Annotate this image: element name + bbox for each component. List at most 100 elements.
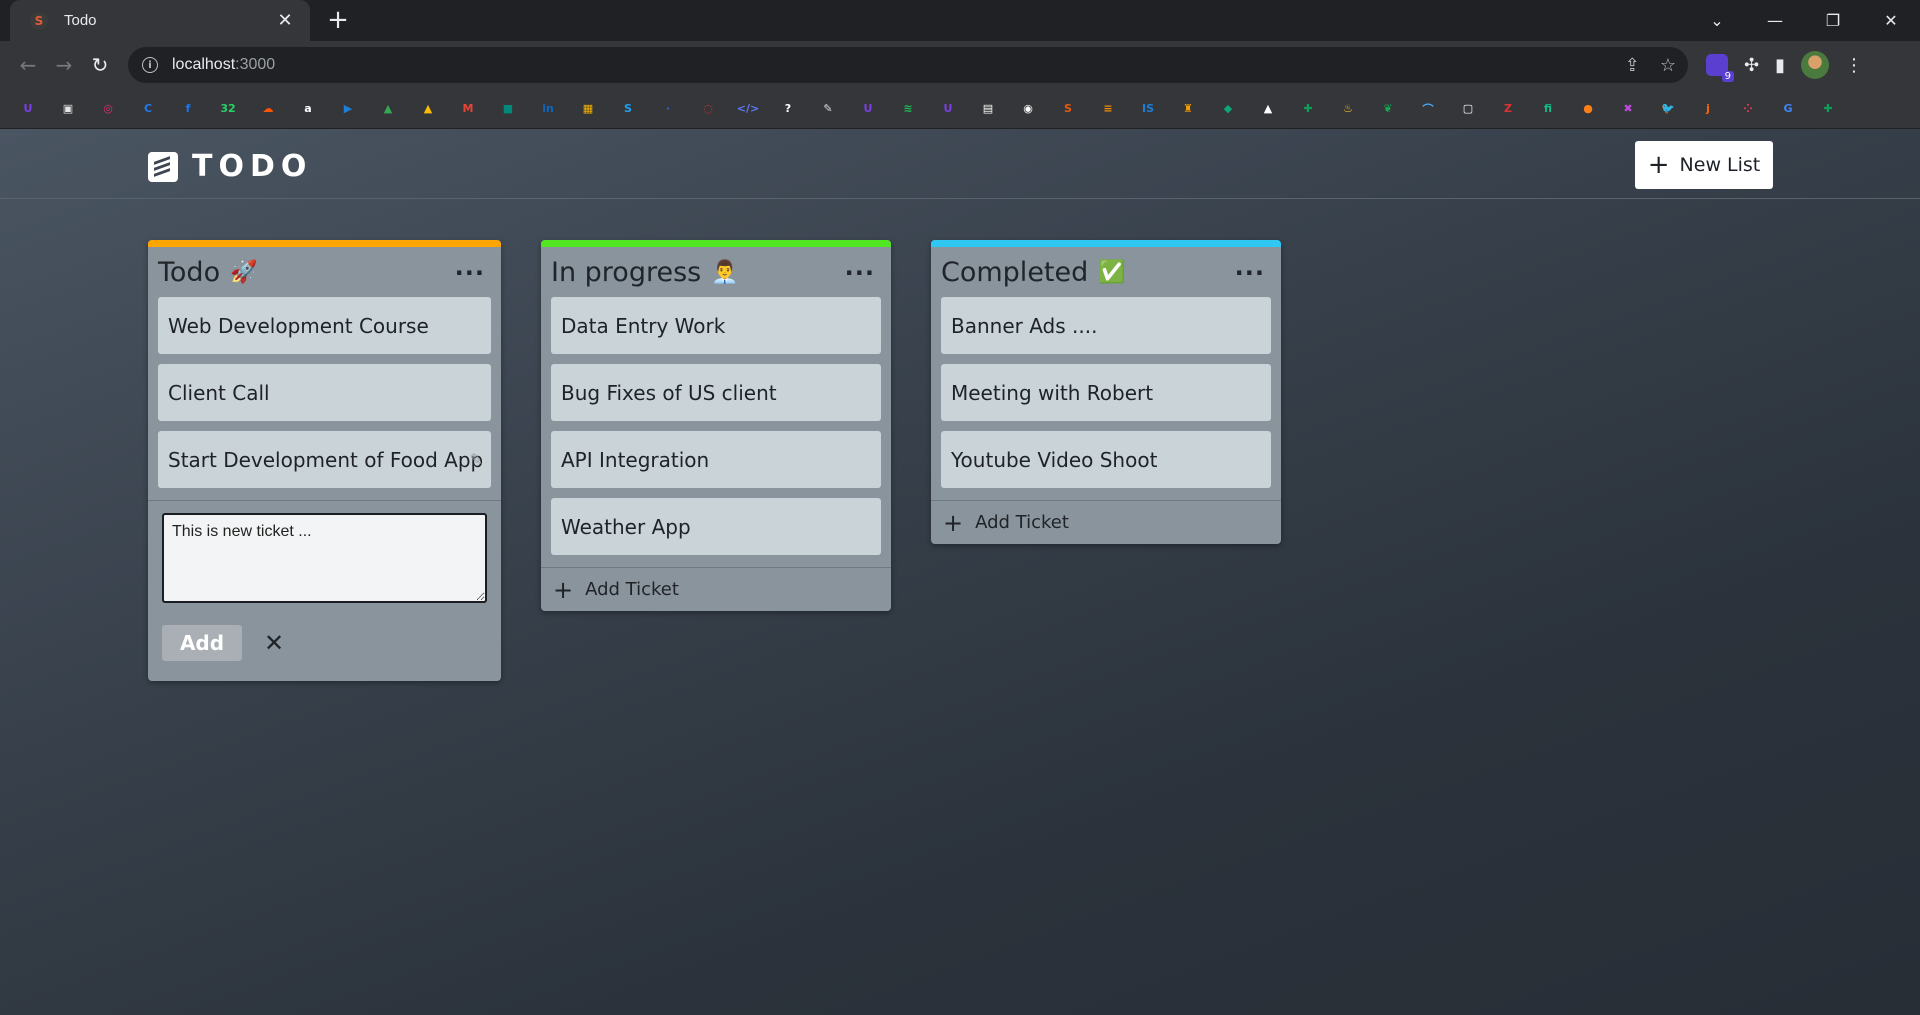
triangle-icon[interactable]: ▲ (1256, 98, 1280, 120)
todo-app: TODO + New List Todo 🚀 ··· Web Developme… (0, 129, 1920, 1015)
circle-icon[interactable]: ◌ (696, 98, 720, 120)
meet-icon[interactable]: ■ (496, 98, 520, 120)
new-list-label: New List (1679, 154, 1761, 176)
record-icon[interactable]: ◉ (1016, 98, 1040, 120)
ticket-card[interactable]: API Integration (551, 431, 881, 488)
s2-icon[interactable]: S (1056, 98, 1080, 120)
list-title[interactable]: Todo (158, 257, 220, 288)
forward-icon[interactable]: → (46, 47, 82, 83)
browser-tab[interactable]: S Todo ✕ (10, 0, 310, 41)
amazon-icon[interactable]: a (296, 98, 320, 120)
list-header: Completed ✅ ··· (931, 247, 1281, 297)
soundcloud-icon[interactable]: ☁ (256, 98, 280, 120)
gmail-icon[interactable]: M (456, 98, 480, 120)
new-ticket-textarea[interactable] (162, 513, 487, 603)
close-window-icon[interactable]: ✕ (1862, 11, 1920, 30)
new-tab-button[interactable]: + (324, 6, 352, 34)
spotify-icon[interactable]: ≋ (896, 98, 920, 120)
j-icon[interactable]: j (1696, 98, 1720, 120)
uplabs3-icon[interactable]: U (936, 98, 960, 120)
help-icon[interactable]: ? (776, 98, 800, 120)
uplabs-icon[interactable]: U (16, 98, 40, 120)
extension-icon[interactable]: 9 (1706, 54, 1734, 82)
puzzle-icon[interactable]: ✣ (1744, 55, 1759, 76)
back-icon[interactable]: ← (10, 47, 46, 83)
list-header: Todo 🚀 ··· (148, 247, 501, 297)
ticket-card[interactable]: Data Entry Work (551, 297, 881, 354)
bookmark-star-icon[interactable]: ☆ (1660, 55, 1676, 76)
close-icon[interactable]: ✕ (264, 629, 284, 657)
site-info-icon[interactable]: i (142, 57, 158, 73)
orb-icon[interactable]: ● (1576, 98, 1600, 120)
ticket-card[interactable]: Web Development Course (158, 297, 491, 354)
add-ticket-button[interactable]: + Add Ticket (541, 567, 891, 611)
card-list: Data Entry Work Bug Fixes of US client A… (541, 297, 891, 567)
profile-avatar[interactable] (1801, 51, 1829, 79)
feather-icon[interactable]: ✎ (816, 98, 840, 120)
minimize-icon[interactable]: — (1746, 11, 1804, 30)
ticket-card[interactable]: Youtube Video Shoot (941, 431, 1271, 488)
g-icon[interactable]: G (1776, 98, 1800, 120)
composer-actions: Add ✕ (162, 625, 487, 667)
uplabs2-icon[interactable]: U (856, 98, 880, 120)
ticket-card[interactable]: Client Call (158, 364, 491, 421)
list-title[interactable]: Completed (941, 257, 1088, 288)
tab-search-icon[interactable]: ⌄ (1688, 11, 1746, 30)
add-ticket-button[interactable]: + Add Ticket (931, 500, 1281, 544)
monday-icon[interactable]: ⁘ (1736, 98, 1760, 120)
photos-icon[interactable]: ▦ (576, 98, 600, 120)
tab-title: Todo (64, 12, 97, 29)
new-list-button[interactable]: + New List (1635, 141, 1773, 189)
cup-icon[interactable]: ♜ (1176, 98, 1200, 120)
instagram-icon[interactable]: ◎ (96, 98, 120, 120)
logo-stack-icon (148, 151, 178, 182)
tab-close-icon[interactable]: ✕ (274, 10, 296, 31)
list-completed: Completed ✅ ··· Banner Ads .... Meeting … (931, 240, 1281, 544)
pencil-icon[interactable]: ✎ (470, 450, 483, 469)
bridge-icon[interactable]: ⌒ (1416, 98, 1440, 120)
ticket-card[interactable]: Weather App (551, 498, 881, 555)
is-icon[interactable]: IS (1136, 98, 1160, 120)
sheets2-icon[interactable]: ✚ (1816, 98, 1840, 120)
code-icon[interactable]: </> (736, 98, 760, 120)
c-icon[interactable]: C (136, 98, 160, 120)
ticket-card[interactable]: Banner Ads .... (941, 297, 1271, 354)
whatsapp-icon[interactable]: 32 (216, 98, 240, 120)
play-icon[interactable]: ▶ (336, 98, 360, 120)
side-panel-icon[interactable]: ▮ (1775, 55, 1785, 76)
facebook-icon[interactable]: f (176, 98, 200, 120)
tab-favicon-icon: S (30, 11, 48, 30)
drive2-icon[interactable]: ▲ (416, 98, 440, 120)
chat-icon[interactable]: ▢ (1456, 98, 1480, 120)
dot-icon[interactable]: · (656, 98, 680, 120)
add-ticket-submit-button[interactable]: Add (162, 625, 242, 661)
fi-icon[interactable]: fi (1536, 98, 1560, 120)
plus-icon: + (1647, 150, 1670, 180)
reload-icon[interactable]: ↻ (82, 47, 118, 83)
cross-icon[interactable]: ✖ (1616, 98, 1640, 120)
ticket-card[interactable]: Meeting with Robert (941, 364, 1271, 421)
ticket-card[interactable]: Bug Fixes of US client (551, 364, 881, 421)
address-bar[interactable]: i localhost:3000 ⇪ ☆ (128, 47, 1688, 83)
list-title[interactable]: In progress (551, 257, 701, 288)
share-icon[interactable]: ⇪ (1625, 55, 1640, 76)
firebase-icon[interactable]: ♨ (1336, 98, 1360, 120)
bars-icon[interactable]: ≡ (1096, 98, 1120, 120)
app-logo: TODO (148, 149, 312, 184)
doc-icon[interactable]: ▤ (976, 98, 1000, 120)
s-icon[interactable]: S (616, 98, 640, 120)
linkedin-icon[interactable]: in (536, 98, 560, 120)
twitter-icon[interactable]: 🐦 (1656, 98, 1680, 120)
z-icon[interactable]: Z (1496, 98, 1520, 120)
ticket-card-hovered[interactable]: Start Development of Food App ✎ (158, 431, 491, 488)
restore-icon[interactable]: ❐ (1804, 11, 1862, 30)
mongodb-icon[interactable]: ❦ (1376, 98, 1400, 120)
list-menu-icon[interactable]: ··· (1235, 259, 1265, 287)
diamond-icon[interactable]: ◆ (1216, 98, 1240, 120)
drive-icon[interactable]: ▲ (376, 98, 400, 120)
kebab-menu-icon[interactable]: ⋮ (1845, 55, 1863, 76)
image-icon[interactable]: ▣ (56, 98, 80, 120)
list-menu-icon[interactable]: ··· (455, 259, 485, 287)
list-menu-icon[interactable]: ··· (845, 259, 875, 287)
sheets-icon[interactable]: ✚ (1296, 98, 1320, 120)
